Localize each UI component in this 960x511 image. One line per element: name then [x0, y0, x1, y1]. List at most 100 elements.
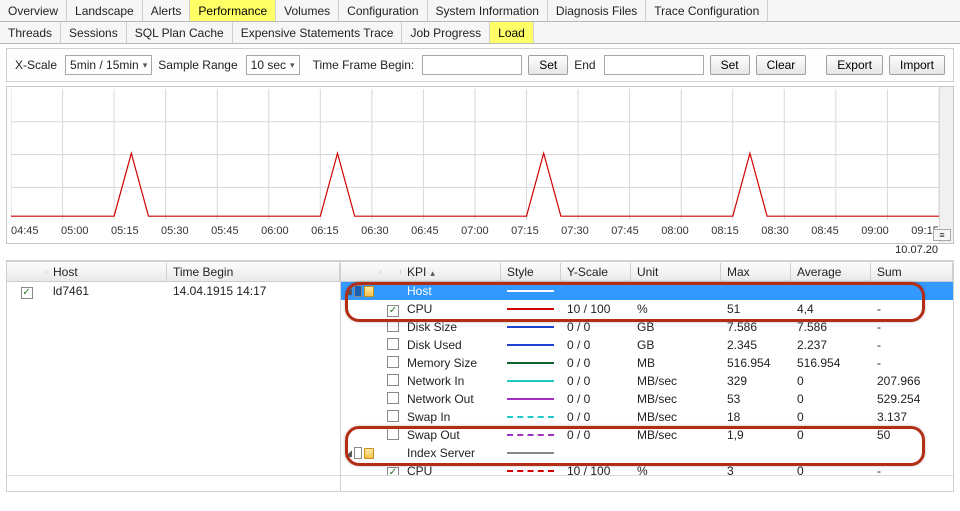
tab-threads[interactable]: Threads	[0, 22, 61, 43]
host-col-host[interactable]: Host	[47, 263, 167, 281]
set-begin-button[interactable]: Set	[528, 55, 568, 75]
chart-x-ticks: 04:4505:0005:1505:3005:4506:0006:1506:30…	[11, 225, 939, 239]
kpi-col-style[interactable]: Style	[501, 263, 561, 281]
kpi-checkbox[interactable]	[387, 305, 399, 317]
kpi-row[interactable]: Network In0 / 0MB/sec3290207.966	[341, 372, 953, 390]
tab-overview[interactable]: Overview	[0, 0, 67, 21]
max-cell: 2.345	[721, 338, 791, 352]
tab-volumes[interactable]: Volumes	[276, 0, 339, 21]
kpi-label: Network In	[401, 374, 501, 388]
avg-cell: 2.237	[791, 338, 871, 352]
tab-trace-configuration[interactable]: Trace Configuration	[646, 0, 768, 21]
kpi-checkbox[interactable]	[387, 374, 399, 386]
time-end-input[interactable]	[604, 55, 704, 75]
chart-area: 04:4505:0005:1505:3005:4506:0006:1506:30…	[6, 86, 954, 244]
tab-system-information[interactable]: System Information	[428, 0, 548, 21]
unit-cell: MB/sec	[631, 392, 721, 406]
kpi-grid-hscroll[interactable]	[341, 475, 953, 491]
avg-cell: 0	[791, 392, 871, 406]
kpi-label: Disk Size	[401, 320, 501, 334]
host-col-time[interactable]: Time Begin	[167, 263, 340, 281]
tab-job-progress[interactable]: Job Progress	[402, 22, 490, 43]
tab-performance[interactable]: Performance	[190, 0, 276, 21]
host-row[interactable]: ld746114.04.1915 14:17	[7, 282, 340, 300]
sum-cell: -	[871, 464, 953, 475]
style-swatch	[507, 434, 554, 436]
kpi-row[interactable]: CPU10 / 100%30-	[341, 462, 953, 475]
kpi-row[interactable]: CPU10 / 100%514,4-	[341, 300, 953, 318]
unit-cell: MB/sec	[631, 410, 721, 424]
kpi-group-row[interactable]: ◢Index Server	[341, 444, 953, 462]
kpi-checkbox[interactable]	[387, 356, 399, 368]
kpi-col-avg[interactable]: Average	[791, 263, 871, 281]
unit-cell: %	[631, 302, 721, 316]
chart-plot[interactable]	[11, 89, 939, 220]
kpi-col-max[interactable]: Max	[721, 263, 791, 281]
kpi-row[interactable]: Network Out0 / 0MB/sec530529.254	[341, 390, 953, 408]
unit-cell: GB	[631, 338, 721, 352]
tab-diagnosis-files[interactable]: Diagnosis Files	[548, 0, 646, 21]
chart-tick: 08:15	[711, 225, 739, 239]
chart-options-icon[interactable]: ≡	[933, 229, 951, 241]
tab-load[interactable]: Load	[490, 22, 534, 43]
sum-cell: -	[871, 338, 953, 352]
host-grid-hscroll[interactable]	[7, 475, 340, 491]
kpi-col-kpi[interactable]: KPI▴	[401, 263, 501, 281]
host-cell: ld7461	[47, 284, 167, 298]
sample-label: Sample Range	[158, 58, 237, 72]
tab-sessions[interactable]: Sessions	[61, 22, 127, 43]
tab-alerts[interactable]: Alerts	[143, 0, 191, 21]
set-end-button[interactable]: Set	[710, 55, 750, 75]
kpi-checkbox[interactable]	[387, 392, 399, 404]
kpi-checkbox[interactable]	[387, 410, 399, 422]
xscale-dropdown[interactable]: 5min / 15min ▾	[65, 55, 152, 75]
host-checkbox[interactable]	[21, 287, 33, 299]
kpi-checkbox[interactable]	[387, 467, 399, 476]
tree-toggle-icon[interactable]: ◢	[345, 286, 352, 296]
chart-tick: 08:45	[811, 225, 839, 239]
kpi-checkbox[interactable]	[387, 338, 399, 350]
chart-v-scrollbar[interactable]	[939, 87, 953, 243]
tab-configuration[interactable]: Configuration	[339, 0, 427, 21]
time-begin-cell: 14.04.1915 14:17	[167, 284, 340, 298]
style-swatch	[507, 362, 554, 364]
sum-cell: 207.966	[871, 374, 953, 388]
import-button[interactable]: Import	[889, 55, 945, 75]
kpi-row[interactable]: Disk Size0 / 0GB7.5867.586-	[341, 318, 953, 336]
time-begin-input[interactable]	[422, 55, 522, 75]
tab-sql-plan-cache[interactable]: SQL Plan Cache	[127, 22, 233, 43]
sum-cell: 50	[871, 428, 953, 442]
folder-icon	[364, 286, 374, 297]
sample-dropdown[interactable]: 10 sec ▾	[246, 55, 300, 75]
unit-cell: MB	[631, 356, 721, 370]
tab-landscape[interactable]: Landscape	[67, 0, 143, 21]
kpi-col-unit[interactable]: Unit	[631, 263, 721, 281]
kpi-label: Memory Size	[401, 356, 501, 370]
kpi-label: Swap Out	[401, 428, 501, 442]
kpi-row[interactable]: Memory Size0 / 0MB516.954516.954-	[341, 354, 953, 372]
yscale-cell: 10 / 100	[561, 302, 631, 316]
yscale-cell: 0 / 0	[561, 410, 631, 424]
chart-tick: 06:30	[361, 225, 389, 239]
tree-toggle-icon[interactable]: ◢	[345, 448, 352, 458]
group-checkbox[interactable]	[354, 447, 362, 459]
kpi-label: Network Out	[401, 392, 501, 406]
kpi-row[interactable]: Swap Out0 / 0MB/sec1,9050	[341, 426, 953, 444]
kpi-checkbox[interactable]	[387, 320, 399, 332]
host-col-check[interactable]	[7, 270, 47, 274]
group-checkbox[interactable]	[354, 285, 362, 297]
tab-expensive-statements-trace[interactable]: Expensive Statements Trace	[233, 22, 403, 43]
kpi-row[interactable]: Disk Used0 / 0GB2.3452.237-	[341, 336, 953, 354]
kpi-row[interactable]: Swap In0 / 0MB/sec1803.137	[341, 408, 953, 426]
avg-cell: 516.954	[791, 356, 871, 370]
clear-button[interactable]: Clear	[756, 55, 807, 75]
sum-cell: 3.137	[871, 410, 953, 424]
unit-cell: GB	[631, 320, 721, 334]
kpi-checkbox[interactable]	[387, 428, 399, 440]
export-button[interactable]: Export	[826, 55, 883, 75]
yscale-cell: 10 / 100	[561, 464, 631, 475]
kpi-group-row[interactable]: ◢Host	[341, 282, 953, 300]
kpi-col-yscale[interactable]: Y-Scale	[561, 263, 631, 281]
max-cell: 18	[721, 410, 791, 424]
kpi-col-sum[interactable]: Sum	[871, 263, 953, 281]
